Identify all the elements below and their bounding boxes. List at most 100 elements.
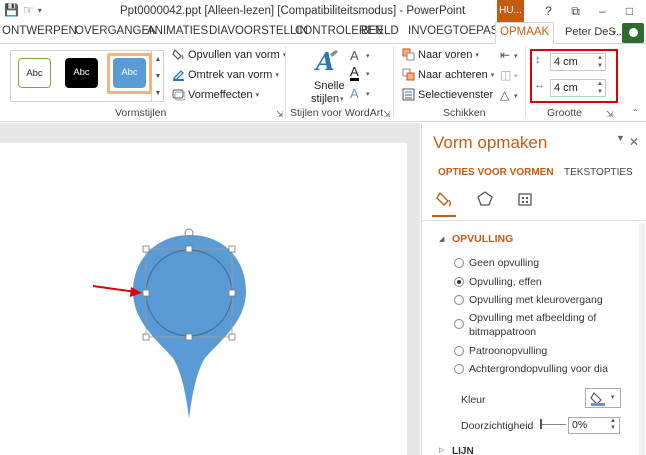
height-field[interactable]: 4 cm ▲ ▼ xyxy=(550,53,606,71)
selection-pane-button[interactable]: Selectievenster xyxy=(402,88,493,101)
shape-outline-button[interactable]: Omtrek van vorm ▾ xyxy=(172,68,279,81)
window-controls: ? ⧉ – □ ✕ xyxy=(535,2,646,20)
pane-scrollbar[interactable] xyxy=(639,223,645,455)
shape-effects-icon xyxy=(172,88,186,101)
radio-background-fill[interactable] xyxy=(454,364,464,374)
radio-gradient-fill[interactable] xyxy=(454,295,464,305)
section-fill-header[interactable]: OPVULLING xyxy=(452,233,513,245)
group-label-grootte: Grootte xyxy=(547,107,583,119)
tab-text-options[interactable]: TEKSTOPTIES xyxy=(564,167,633,178)
maximize-icon[interactable]: □ xyxy=(616,2,643,20)
chevron-down-icon[interactable]: ▾ xyxy=(366,70,370,78)
transparency-slider-thumb[interactable] xyxy=(540,419,542,429)
send-backward-button[interactable]: Naar achteren ▾ xyxy=(402,68,494,81)
save-icon[interactable]: 💾 xyxy=(4,3,19,17)
ribbon-display-icon[interactable]: ⧉ xyxy=(562,2,589,20)
height-icon: ↕ xyxy=(535,54,541,66)
slide-area xyxy=(0,123,420,455)
tab-opmaak[interactable]: OPMAAK xyxy=(495,22,555,44)
radio-pattern-fill[interactable] xyxy=(454,346,464,356)
tab-animaties[interactable]: ANIMATIES xyxy=(147,25,208,37)
section-line-header[interactable]: LIJN xyxy=(452,446,474,455)
inner-circle-shape xyxy=(145,249,233,337)
size-properties-icon[interactable] xyxy=(516,190,534,211)
shape-effects-button[interactable]: Vormeffecten ▾ xyxy=(172,88,259,101)
shape-style-blue[interactable]: Abc xyxy=(113,58,146,88)
label-color: Kleur xyxy=(461,394,486,406)
chevron-down-icon: ▾ xyxy=(255,91,260,99)
effects-pentagon-icon[interactable] xyxy=(476,190,494,211)
dialog-launcher-icon[interactable]: ⇲ xyxy=(606,109,614,120)
shape-style-black[interactable]: Abc xyxy=(65,58,98,88)
pane-icon-tabs xyxy=(436,190,534,211)
tab-ontwerpen[interactable]: ONTWERPEN xyxy=(2,25,77,37)
group-label-schikken: Schikken xyxy=(443,107,486,119)
gallery-more-icon[interactable]: ▼ xyxy=(153,85,163,102)
chevron-down-icon[interactable]: ▾ xyxy=(366,52,370,60)
dialog-launcher-icon[interactable]: ⇲ xyxy=(383,109,391,120)
chevron-down-icon[interactable]: ▾ xyxy=(340,95,344,103)
slide-content xyxy=(92,228,246,419)
pane-close-icon[interactable]: ✕ xyxy=(629,135,639,149)
rotate-icon[interactable]: △ xyxy=(500,88,509,102)
radio-no-fill[interactable] xyxy=(454,258,464,268)
text-outline-icon[interactable]: A xyxy=(350,65,359,81)
chevron-down-icon: ▾ xyxy=(275,71,279,79)
tab-invoegtoepassingen[interactable]: INVOEGTOEPASSI xyxy=(408,25,509,37)
chevron-down-icon[interactable]: ▾ xyxy=(366,90,370,98)
group-icon[interactable]: ◫ xyxy=(500,68,511,82)
avatar[interactable] xyxy=(622,23,644,43)
fill-line-icon[interactable] xyxy=(436,190,454,211)
collapse-triangle-icon[interactable]: ◢ xyxy=(439,235,444,243)
paint-bucket-icon xyxy=(172,48,185,61)
width-spinner[interactable]: ▲ ▼ xyxy=(597,80,603,96)
transparency-spinner[interactable]: ▲ ▼ xyxy=(610,418,616,432)
color-picker-button[interactable]: ▾ xyxy=(585,388,621,408)
ribbon: Abc Abc Abc ▲ ▼ ▼ Opvullen van vorm ▾ Om… xyxy=(0,44,646,122)
transparency-field[interactable]: 0% ▲ ▼ xyxy=(568,417,620,434)
context-tab-tekenhulpmiddelen[interactable]: HU... xyxy=(497,0,524,22)
chevron-down-icon[interactable]: ▾ xyxy=(514,92,518,100)
gallery-down-icon[interactable]: ▼ xyxy=(153,68,163,85)
collapse-ribbon-icon[interactable]: ⌃ xyxy=(632,108,639,117)
user-dropdown-icon[interactable]: ▾ xyxy=(612,28,616,37)
shape-fill-button[interactable]: Opvullen van vorm ▾ xyxy=(172,48,286,61)
width-field[interactable]: 4 cm ▲ ▼ xyxy=(550,79,606,97)
help-icon[interactable]: ? xyxy=(535,2,562,20)
tab-beeld[interactable]: BEELD xyxy=(361,25,399,37)
shape-style-gallery: Abc Abc Abc xyxy=(10,50,152,102)
label-pattern-fill: Patroonopvulling xyxy=(469,345,548,357)
radio-picture-fill[interactable] xyxy=(454,319,464,329)
tab-diavoorstelling[interactable]: DIAVOORSTELLIN xyxy=(209,25,308,37)
size-highlight-box: ↕ 4 cm ▲ ▼ ↔ 4 cm ▲ ▼ xyxy=(530,49,618,103)
pane-options-icon[interactable]: ▼ xyxy=(616,133,625,143)
radio-solid-fill[interactable] xyxy=(454,277,464,287)
wordart-quick-styles-icon[interactable]: A xyxy=(314,47,340,76)
format-shape-pane: Vorm opmaken ▼ ✕ OPTIES VOOR VORMEN TEKS… xyxy=(421,123,646,455)
text-fill-icon[interactable]: A xyxy=(350,48,359,63)
group-divider xyxy=(525,46,526,118)
quick-styles-label-2[interactable]: stijlen xyxy=(311,93,339,105)
window-title: Ppt0000042.ppt [Alleen-lezen] [Compatibi… xyxy=(120,5,466,17)
chevron-down-icon[interactable]: ▾ xyxy=(514,72,518,80)
width-icon: ↔ xyxy=(534,79,545,91)
minimize-icon[interactable]: – xyxy=(589,2,616,20)
dialog-launcher-icon[interactable]: ⇲ xyxy=(276,109,284,120)
slide-canvas[interactable] xyxy=(0,143,407,455)
bring-forward-button[interactable]: Naar voren ▾ xyxy=(402,48,479,61)
touch-mode-icon[interactable]: ☞ xyxy=(23,3,34,17)
gallery-scroll: ▲ ▼ ▼ xyxy=(153,50,164,102)
tab-shape-options[interactable]: OPTIES VOOR VORMEN xyxy=(438,167,554,178)
transparency-slider-track[interactable] xyxy=(540,424,566,425)
chevron-down-icon[interactable]: ▾ xyxy=(514,52,518,60)
label-solid-fill: Opvulling, effen xyxy=(469,276,542,288)
align-icon[interactable]: ⇤ xyxy=(500,48,510,62)
quick-styles-label-1[interactable]: Snelle xyxy=(314,80,345,92)
height-spinner[interactable]: ▲ ▼ xyxy=(597,54,603,70)
text-effects-icon[interactable]: A xyxy=(350,86,359,101)
gallery-up-icon[interactable]: ▲ xyxy=(153,51,163,68)
qat-dropdown-icon[interactable]: ▾ xyxy=(38,6,42,15)
expand-triangle-icon[interactable]: ▷ xyxy=(439,446,444,454)
tab-overgangen[interactable]: OVERGANGEN xyxy=(75,25,157,37)
shape-style-outline-green[interactable]: Abc xyxy=(18,58,51,88)
